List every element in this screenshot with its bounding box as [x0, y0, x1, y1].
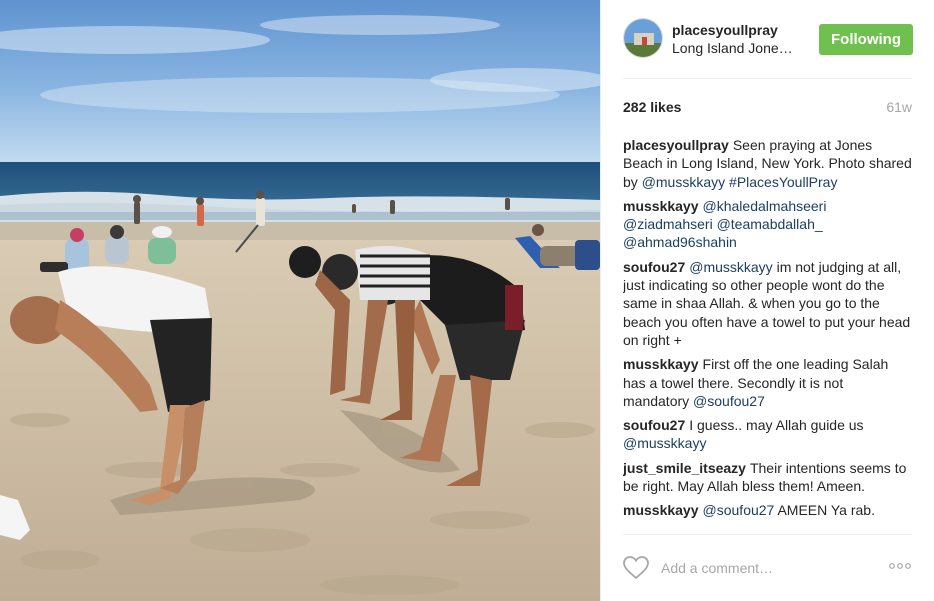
more-options-icon[interactable] [888, 561, 912, 571]
comment-username[interactable]: just_smile_itseazy [623, 460, 746, 476]
mention-link[interactable]: @musskkayy [689, 259, 772, 275]
post-details-panel: placesyoullpray Long Island Jone… Follow… [600, 0, 934, 601]
post-stats: 282 likes 61w [623, 99, 912, 117]
mention-link[interactable]: @ziadmahseri [623, 216, 713, 232]
avatar-image [624, 19, 662, 57]
post-location[interactable]: Long Island Jone… [672, 40, 793, 56]
comment-item: just_smile_itseazy Their intentions seems… [623, 459, 913, 496]
comment-item: musskkayy First off the one leading Salah… [623, 355, 913, 410]
footer-divider [623, 534, 912, 535]
comment-username[interactable]: musskkayy [623, 356, 699, 372]
comment-item: soufou27 I guess.. may Allah guide us @mu… [623, 416, 913, 453]
post-age[interactable]: 61w [886, 99, 912, 115]
comment-item: musskkayy @khaledalmahseeri @ziadmahseri … [623, 197, 913, 252]
comment-text-segment: AMEEN Ya rab. [774, 502, 875, 519]
mention-link[interactable]: @khaledalmahseeri [703, 198, 827, 214]
comment-username[interactable]: musskkayy [623, 198, 699, 214]
mention-link[interactable]: @musskkayy [642, 174, 725, 190]
post-username[interactable]: placesyoullpray [672, 22, 778, 38]
post-footer [623, 550, 912, 584]
avatar[interactable] [623, 18, 663, 58]
comment-username[interactable]: musskkayy [623, 502, 699, 518]
add-comment-input[interactable] [659, 553, 863, 583]
beach-prayer-photo [0, 0, 600, 601]
comment-text: @soufou27 AMEEN Ya rab. [703, 502, 875, 518]
comment-item: soufou27 @musskkayy im not judging at all… [623, 258, 913, 349]
comments-list[interactable]: placesyoullpray Seen praying at Jones Bea… [623, 136, 913, 532]
post-header: placesyoullpray Long Island Jone… Follow… [623, 18, 913, 60]
comment-text-segment: I guess.. may Allah guide us [689, 417, 864, 434]
comment-username[interactable]: placesyoullpray [623, 137, 729, 153]
mention-link[interactable]: @musskkayy [623, 435, 706, 451]
following-button[interactable]: Following [819, 24, 913, 55]
heart-icon[interactable] [623, 556, 649, 580]
likes-count[interactable]: 282 likes [623, 99, 681, 115]
post-photo[interactable] [0, 0, 600, 601]
mention-link[interactable]: @soufou27 [703, 502, 775, 518]
mention-link[interactable]: @ahmad96shahin [623, 234, 737, 250]
comment-username[interactable]: soufou27 [623, 259, 685, 275]
comment-item: placesyoullpray Seen praying at Jones Bea… [623, 136, 913, 191]
mention-link[interactable]: @soufou27 [693, 393, 765, 409]
hashtag-link[interactable]: #PlacesYoullPray [729, 174, 837, 190]
comment-username[interactable]: soufou27 [623, 417, 685, 433]
instagram-post: placesyoullpray Long Island Jone… Follow… [0, 0, 934, 601]
comment-item: musskkayy @soufou27 AMEEN Ya rab. [623, 501, 913, 519]
header-divider [623, 78, 912, 79]
mention-link[interactable]: @teamabdallah_ [717, 216, 823, 232]
